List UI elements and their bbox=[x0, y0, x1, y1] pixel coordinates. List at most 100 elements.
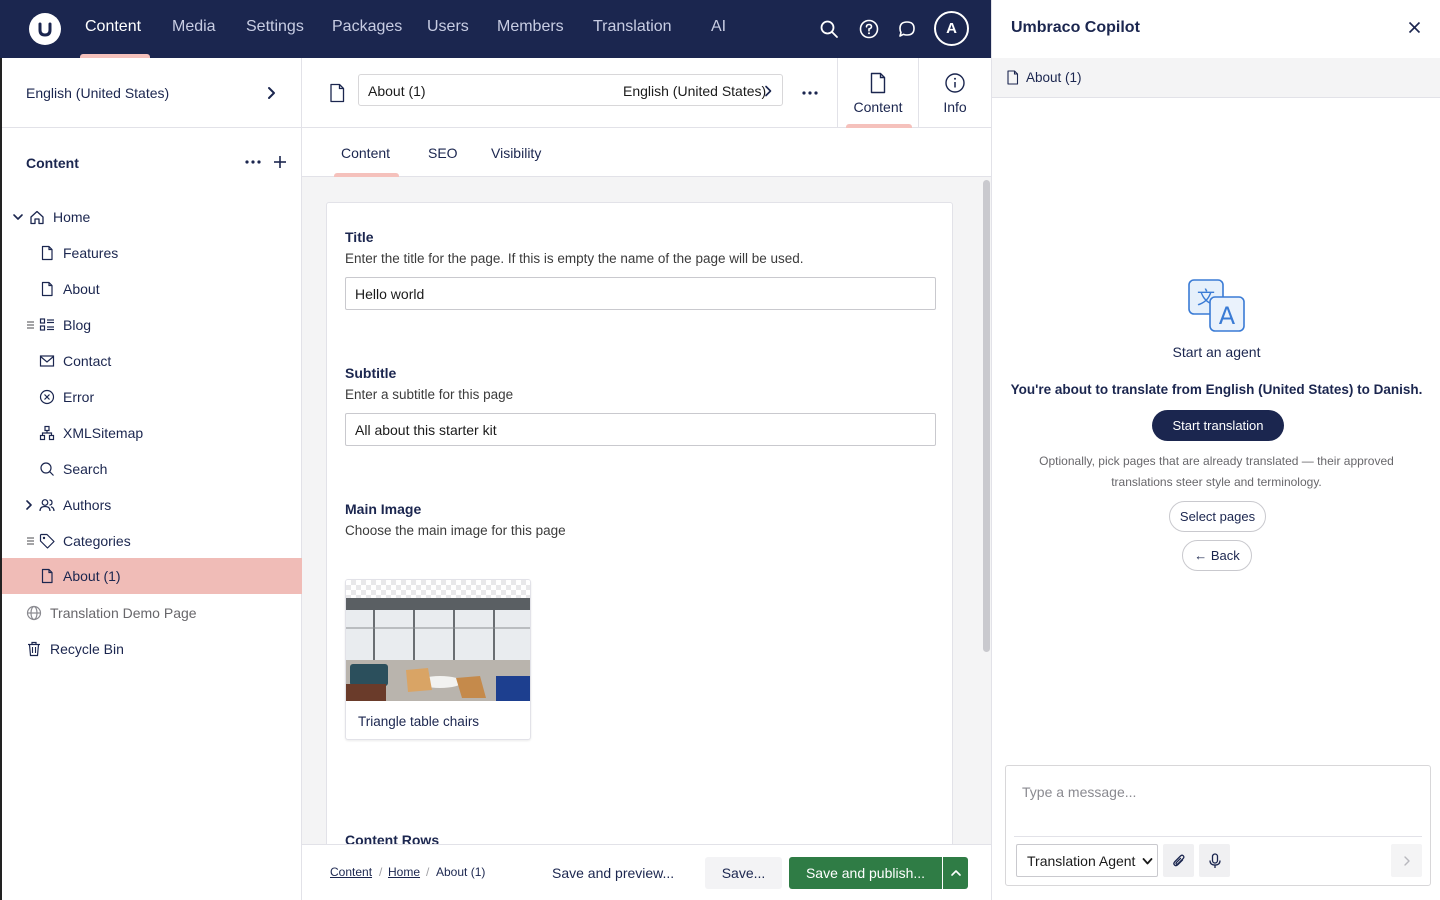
copilot-context-bar: About (1) bbox=[992, 58, 1440, 98]
drag-handle-icon[interactable] bbox=[26, 320, 36, 330]
workspace-footer: Content / Home / About (1) Save and prev… bbox=[302, 844, 991, 900]
document-icon bbox=[39, 568, 55, 584]
tree-item-authors[interactable]: Authors bbox=[2, 487, 302, 523]
chevron-down-icon[interactable] bbox=[12, 211, 24, 223]
tab-visibility[interactable]: Visibility bbox=[491, 145, 541, 161]
subtitle-label: Subtitle bbox=[345, 365, 397, 381]
chat-icon[interactable] bbox=[895, 17, 919, 41]
tree-item-label: About bbox=[63, 281, 100, 297]
workspace-header: About (1) English (United States) Conten… bbox=[302, 58, 991, 128]
error-icon bbox=[39, 389, 55, 405]
tag-icon bbox=[39, 533, 55, 549]
nav-members[interactable]: Members bbox=[497, 18, 564, 36]
search-icon[interactable] bbox=[817, 17, 841, 41]
nav-translation[interactable]: Translation bbox=[593, 18, 672, 36]
nav-ai[interactable]: AI bbox=[711, 18, 726, 36]
save-and-publish-button[interactable]: Save and publish... bbox=[789, 857, 942, 889]
nav-users[interactable]: Users bbox=[427, 18, 469, 36]
document-language-switch[interactable]: English (United States) bbox=[623, 83, 766, 99]
start-translation-button[interactable]: Start translation bbox=[1152, 410, 1284, 441]
nav-media[interactable]: Media bbox=[172, 18, 216, 36]
tree-item-label: Translation Demo Page bbox=[50, 605, 197, 621]
content-rows-label: Content Rows bbox=[345, 832, 440, 844]
document-icon bbox=[328, 83, 346, 103]
message-input[interactable]: Type a message... bbox=[1022, 784, 1136, 800]
tree-item-label: Home bbox=[53, 209, 91, 225]
tree-item-about-1[interactable]: About (1) bbox=[2, 558, 302, 594]
tree-item-about[interactable]: About bbox=[2, 271, 302, 307]
tree-item-blog[interactable]: Blog bbox=[2, 307, 302, 343]
tree-item-contact[interactable]: Contact bbox=[2, 343, 302, 379]
view-info-label: Info bbox=[943, 98, 967, 115]
save-button[interactable]: Save... bbox=[705, 857, 782, 889]
search-icon bbox=[39, 461, 55, 477]
add-icon[interactable] bbox=[273, 155, 287, 169]
select-pages-button[interactable]: Select pages bbox=[1169, 501, 1266, 532]
trash-icon bbox=[26, 641, 42, 657]
more-actions-icon[interactable] bbox=[802, 87, 818, 99]
tree-item-home[interactable]: Home bbox=[2, 199, 302, 235]
document-name-field[interactable]: About (1) English (United States) bbox=[358, 74, 783, 106]
media-card[interactable]: Triangle table chairs bbox=[345, 579, 531, 740]
tree-item-categories[interactable]: Categories bbox=[2, 523, 302, 559]
main-image-description: Choose the main image for this page bbox=[345, 523, 566, 538]
translate-icon: 文 A bbox=[1188, 279, 1246, 333]
publish-options-button[interactable] bbox=[943, 857, 968, 889]
tree-item-label: XMLSitemap bbox=[63, 425, 144, 441]
agent-select[interactable]: Translation Agent bbox=[1016, 844, 1158, 877]
tree-item-label: Features bbox=[63, 245, 119, 261]
chevron-right-icon[interactable] bbox=[764, 85, 772, 97]
copilot-title: Umbraco Copilot bbox=[1011, 19, 1140, 36]
tree-item-label: Authors bbox=[63, 497, 112, 513]
tree-item-label: Error bbox=[63, 389, 95, 405]
tree-item-error[interactable]: Error bbox=[2, 379, 302, 415]
send-arrow-icon bbox=[1403, 855, 1411, 867]
close-icon[interactable] bbox=[1408, 21, 1421, 34]
language-picker[interactable]: English (United States) bbox=[2, 58, 302, 128]
tree-item-features[interactable]: Features bbox=[2, 235, 302, 271]
view-info-button[interactable]: Info bbox=[918, 58, 991, 128]
voice-input-button[interactable] bbox=[1199, 844, 1230, 877]
tree-item-xmlsitemap[interactable]: XMLSitemap bbox=[2, 415, 302, 451]
info-icon bbox=[944, 72, 966, 94]
send-button[interactable] bbox=[1391, 844, 1422, 877]
breadcrumb-home[interactable]: Home bbox=[388, 865, 420, 879]
user-avatar[interactable]: A bbox=[934, 11, 969, 46]
breadcrumb-content[interactable]: Content bbox=[330, 865, 372, 879]
document-icon bbox=[39, 245, 55, 261]
tree-item-recycle-bin[interactable]: Recycle Bin bbox=[2, 631, 302, 667]
subtitle-input[interactable]: All about this starter kit bbox=[345, 413, 936, 446]
tree-item-label: Categories bbox=[63, 533, 131, 549]
mail-icon bbox=[39, 353, 55, 369]
document-icon bbox=[1006, 70, 1019, 85]
chevron-down-icon bbox=[1142, 857, 1153, 866]
title-input[interactable]: Hello world bbox=[345, 277, 936, 310]
nav-packages[interactable]: Packages bbox=[332, 18, 402, 36]
composer-divider bbox=[1014, 836, 1422, 837]
chevron-right-icon[interactable] bbox=[24, 499, 34, 511]
tab-content[interactable]: Content bbox=[341, 145, 390, 161]
top-navigation: Content Media Settings Packages Users Me… bbox=[0, 0, 991, 58]
drag-handle-icon[interactable] bbox=[26, 536, 36, 546]
save-and-preview-button[interactable]: Save and preview... bbox=[552, 857, 674, 889]
umbraco-logo-icon[interactable] bbox=[29, 13, 61, 45]
nav-settings[interactable]: Settings bbox=[246, 18, 304, 36]
hint-text-line-1: Optionally, pick pages that are already … bbox=[1039, 454, 1394, 468]
content-scrollbar[interactable] bbox=[983, 180, 990, 652]
help-icon[interactable] bbox=[857, 17, 881, 41]
more-options-icon[interactable] bbox=[245, 156, 261, 168]
view-content-button[interactable]: Content bbox=[837, 58, 918, 128]
nav-content[interactable]: Content bbox=[85, 18, 141, 36]
microphone-icon bbox=[1208, 852, 1222, 869]
breadcrumb-separator: / bbox=[426, 865, 430, 879]
tree-item-search[interactable]: Search bbox=[2, 451, 302, 487]
attach-button[interactable] bbox=[1163, 844, 1194, 877]
tree-item-translation-demo-page[interactable]: Translation Demo Page bbox=[2, 595, 302, 631]
back-button[interactable]: ← Back bbox=[1182, 540, 1252, 571]
copilot-panel: Umbraco Copilot About (1) 文 A Start an a… bbox=[991, 0, 1440, 900]
media-name: Triangle table chairs bbox=[358, 714, 480, 729]
content-editor: Title Enter the title for the page. If t… bbox=[302, 177, 991, 844]
tab-seo[interactable]: SEO bbox=[428, 145, 458, 161]
tree-item-label: About (1) bbox=[63, 568, 121, 584]
media-thumbnail bbox=[346, 598, 530, 701]
